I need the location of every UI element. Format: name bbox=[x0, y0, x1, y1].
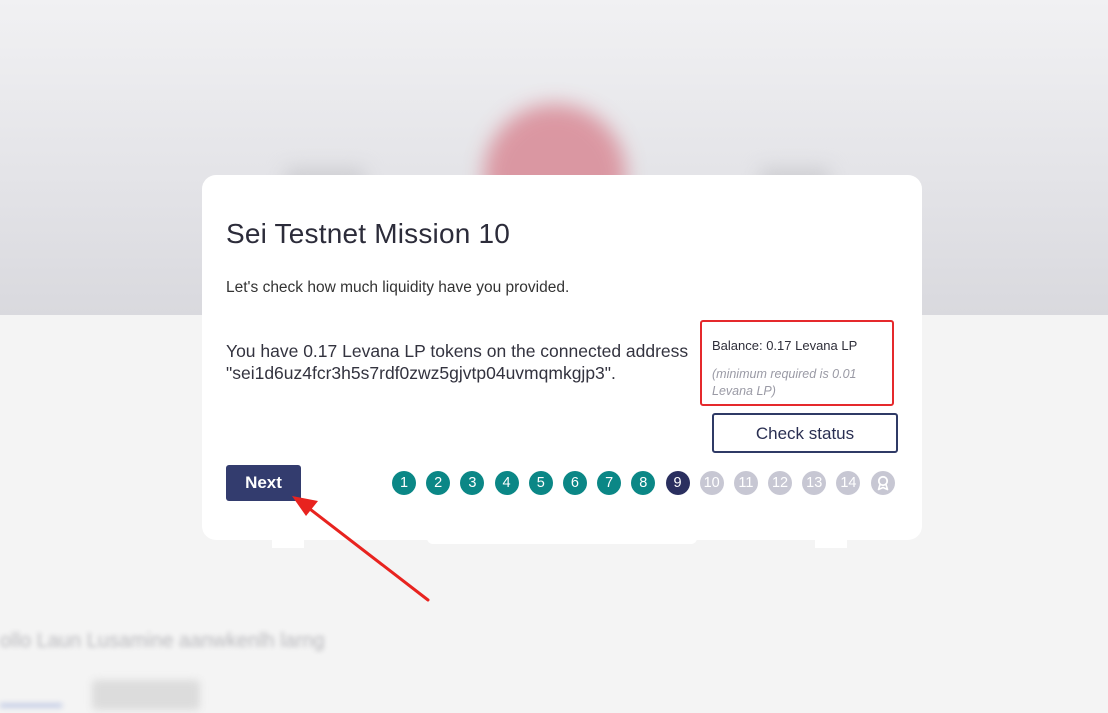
step-9[interactable]: 9 bbox=[665, 471, 690, 495]
background-text: ollo Laun Lusamine aanwkenlh larng bbox=[0, 630, 325, 652]
step-12[interactable]: 12 bbox=[768, 471, 793, 495]
step-1[interactable]: 1 bbox=[392, 471, 416, 495]
modal-notch bbox=[815, 532, 847, 548]
background-button bbox=[92, 680, 200, 710]
lp-token-message-line: You have 0.17 Levana LP tokens on the co… bbox=[226, 341, 689, 361]
wallet-address: "sei1d6uz4fcr3h5s7rdf0zwz5gjvtp04uvmqmkg… bbox=[226, 363, 616, 383]
next-button[interactable]: Next bbox=[226, 465, 301, 501]
step-5[interactable]: 5 bbox=[528, 471, 553, 495]
mission-modal: Sei Testnet Mission 10 Let's check how m… bbox=[202, 175, 922, 548]
balance-box: Balance: 0.17 Levana LP (minimum require… bbox=[700, 320, 894, 406]
background-link bbox=[0, 680, 62, 707]
award-icon[interactable] bbox=[870, 471, 895, 495]
step-14[interactable]: 14 bbox=[836, 471, 861, 495]
modal-notch bbox=[272, 532, 304, 548]
step-7[interactable]: 7 bbox=[597, 471, 622, 495]
minimum-requirement-note: (minimum required is 0.01 Levana LP) bbox=[712, 367, 857, 398]
step-4[interactable]: 4 bbox=[494, 471, 519, 495]
step-3[interactable]: 3 bbox=[460, 471, 485, 495]
step-6[interactable]: 6 bbox=[562, 471, 587, 495]
mission-step-indicator: 1 2 3 4 5 6 7 8 9 10 11 12 13 14 bbox=[392, 471, 895, 495]
step-10[interactable]: 10 bbox=[699, 471, 724, 495]
check-status-button[interactable]: Check status bbox=[712, 413, 898, 453]
step-2[interactable]: 2 bbox=[426, 471, 451, 495]
lp-token-message: You have 0.17 Levana LP tokens on the co… bbox=[226, 340, 706, 384]
modal-notch bbox=[427, 532, 697, 544]
modal-title: Sei Testnet Mission 10 bbox=[226, 218, 511, 249]
step-8[interactable]: 8 bbox=[631, 471, 656, 495]
step-11[interactable]: 11 bbox=[733, 471, 758, 495]
balance-value: Balance: 0.17 Levana LP bbox=[712, 338, 858, 353]
step-13[interactable]: 13 bbox=[802, 471, 827, 495]
modal-subtitle: Let's check how much liquidity have you … bbox=[226, 279, 570, 296]
